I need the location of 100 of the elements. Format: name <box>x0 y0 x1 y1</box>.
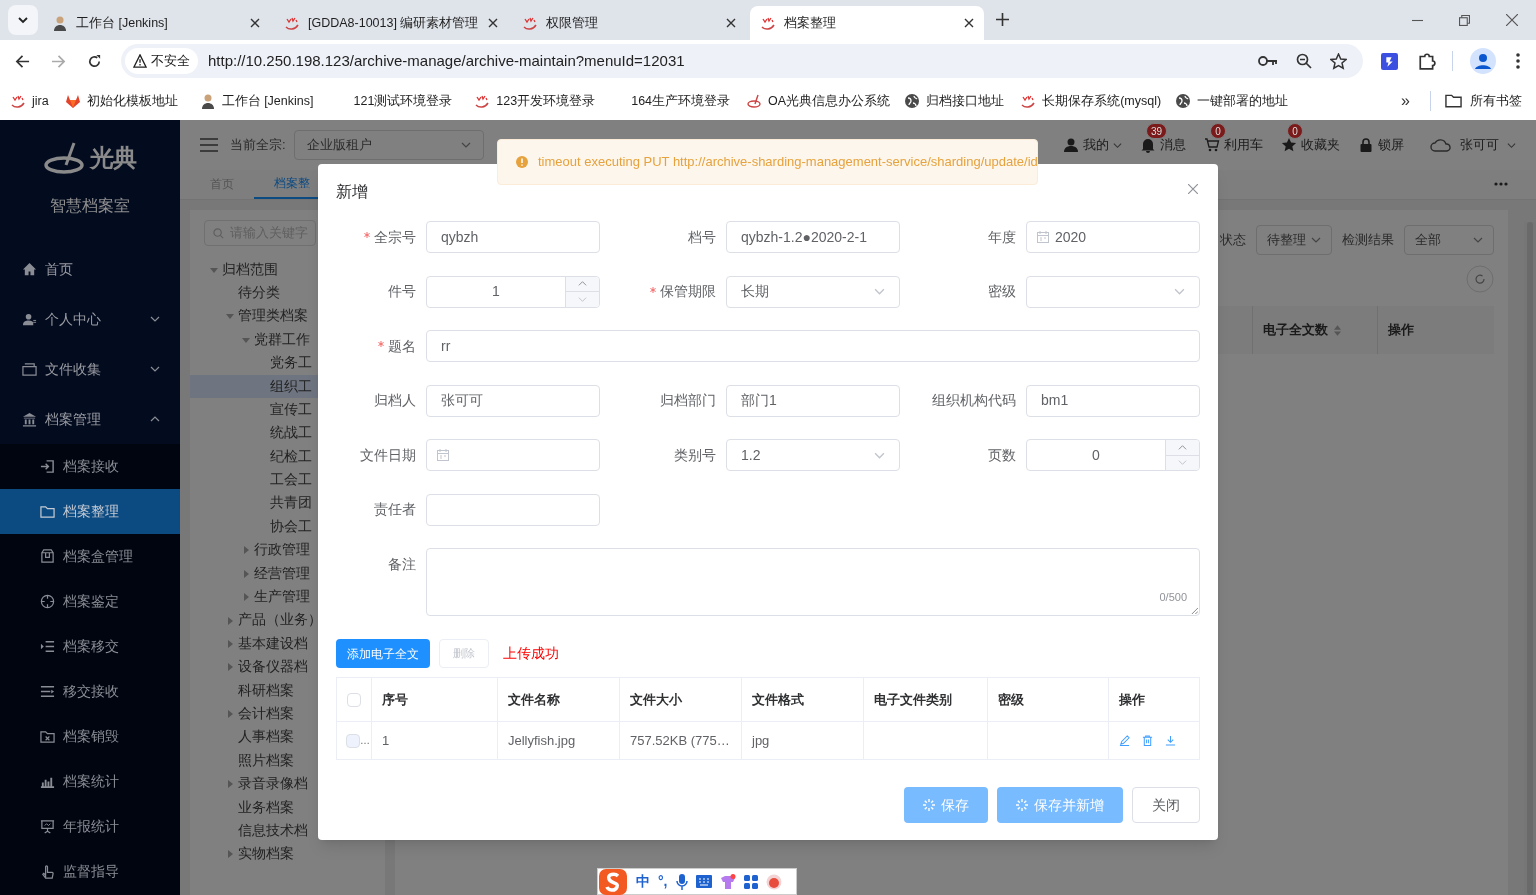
input-field[interactable] <box>426 493 600 526</box>
overflow-button[interactable]: » <box>1401 89 1410 113</box>
caret-right-icon[interactable] <box>226 639 234 648</box>
browser-tab[interactable]: 权限管理 <box>512 6 746 40</box>
bookmark[interactable]: OA光典信息办公系统 <box>746 91 891 111</box>
submenu-item[interactable]: 档案统计 <box>0 759 180 804</box>
keyboard-icon[interactable] <box>695 875 712 888</box>
submenu-item[interactable]: 移交接收 <box>0 669 180 714</box>
close-icon[interactable] <box>1506 14 1518 26</box>
submenu-item[interactable]: 年报统计 <box>0 804 180 849</box>
select-field[interactable] <box>1026 275 1200 308</box>
textarea-field[interactable]: 0/500 <box>426 548 1200 616</box>
grid-icon[interactable] <box>743 874 758 889</box>
select-field[interactable]: 1.2 <box>726 439 900 471</box>
tree-node[interactable]: 归档范围 <box>190 258 385 282</box>
bookmark[interactable]: 164生产环境登录 <box>609 91 731 111</box>
close-icon[interactable] <box>726 18 736 28</box>
profile-icon[interactable] <box>1470 48 1496 74</box>
browser-tab[interactable]: [GDDA8-10013] 编研素材管理 <box>274 6 508 40</box>
header-action[interactable]: 锁屏 <box>1358 135 1404 155</box>
caret-right-icon[interactable] <box>242 593 250 602</box>
more-icon[interactable] <box>1516 53 1520 69</box>
download-icon[interactable] <box>1165 735 1176 746</box>
caret-down-icon[interactable] <box>210 265 218 274</box>
forward-icon[interactable] <box>51 53 66 69</box>
header-action[interactable]: 我的 <box>1063 135 1122 155</box>
tree-node[interactable]: 实物档案 <box>190 842 385 867</box>
security-chip[interactable]: 不安全 <box>125 48 198 74</box>
caret-right-icon[interactable] <box>226 616 234 625</box>
submenu-item[interactable]: 档案销毁 <box>0 714 180 759</box>
input-field[interactable]: qybzh <box>426 221 600 253</box>
reload-icon[interactable] <box>87 53 102 69</box>
caret-right-icon[interactable] <box>226 710 234 719</box>
caret-down-icon[interactable] <box>226 312 234 321</box>
bookmark[interactable]: 123开发环境登录 <box>474 91 596 111</box>
bookmark[interactable]: 初始化模板地址 <box>64 91 178 111</box>
input-field[interactable]: rr <box>426 330 1200 362</box>
user-menu[interactable]: 张可可 <box>1430 135 1516 155</box>
bookmark[interactable]: 121测试环境登录 <box>331 91 453 111</box>
menu-item[interactable]: 首页 <box>0 244 180 294</box>
checkbox[interactable] <box>346 733 360 748</box>
key-icon[interactable] <box>1258 54 1278 68</box>
delete-icon[interactable] <box>1142 735 1153 746</box>
close-icon[interactable] <box>488 18 498 28</box>
caret-right-icon[interactable] <box>226 850 234 859</box>
tree-node[interactable]: 党群工作 <box>190 328 385 352</box>
select-field[interactable]: 长期 <box>726 275 900 308</box>
fonds-select[interactable]: 企业版租户 <box>293 130 484 160</box>
bookmark[interactable]: 工作台 [Jenkins] <box>199 91 314 111</box>
submenu-item[interactable]: 监督指导 <box>0 849 180 894</box>
date-field[interactable] <box>426 439 600 471</box>
add-file-button[interactable]: 添加电子全文 <box>336 639 430 668</box>
bookmark[interactable]: 长期保存系统(mysql) <box>1020 91 1162 111</box>
menu-item[interactable]: 文件收集 <box>0 344 180 394</box>
address-field[interactable]: 不安全 http://10.250.198.123/archive-manage/archive-maintain?menuId=12031 <box>121 44 1363 78</box>
checkbox[interactable] <box>347 692 361 707</box>
bookmark[interactable]: 一键部署的地址 <box>1175 91 1289 111</box>
extension-icon[interactable] <box>1381 52 1398 70</box>
filter-select[interactable]: 全部 <box>1404 225 1494 255</box>
browser-tab[interactable]: 工作台 [Jenkins] <box>42 6 270 40</box>
menu-icon[interactable] <box>200 138 218 152</box>
tree-node[interactable]: 行政管理 <box>190 538 385 563</box>
menu-item[interactable]: 个人中心 <box>0 294 180 344</box>
input-field[interactable]: bm1 <box>1026 384 1200 417</box>
submenu-item[interactable]: 档案整理 <box>0 489 180 534</box>
tree-node[interactable]: 录音录像档 <box>190 772 385 796</box>
date-field[interactable]: 2020 <box>1026 221 1200 253</box>
star-icon[interactable] <box>1330 52 1347 70</box>
refresh-icon[interactable] <box>1466 265 1494 293</box>
edit-icon[interactable] <box>1119 735 1130 746</box>
caret-right-icon[interactable] <box>242 569 250 578</box>
ime-mode[interactable]: °, <box>658 871 668 892</box>
tree-node[interactable]: 生产管理 <box>190 585 385 609</box>
microphone-icon[interactable] <box>675 873 688 890</box>
tree-node[interactable]: 管理类档案 <box>190 304 385 329</box>
caret-right-icon[interactable] <box>226 663 234 672</box>
caret-right-icon[interactable] <box>226 780 234 789</box>
bookmark[interactable]: 归档接口地址 <box>904 91 1005 111</box>
filter-select[interactable]: 待整理 <box>1256 225 1332 255</box>
caret-right-icon[interactable] <box>242 546 250 555</box>
zoom-out-icon[interactable] <box>1296 53 1312 69</box>
tree-node[interactable]: 产品（业务） <box>190 608 385 633</box>
submenu-item[interactable]: 档案移交 <box>0 624 180 669</box>
sort-icon[interactable] <box>1334 324 1341 336</box>
puzzle-icon[interactable] <box>1418 52 1436 70</box>
input-field[interactable]: 部门1 <box>726 384 900 417</box>
submenu-item[interactable]: 档案接收 <box>0 444 180 489</box>
plus-icon[interactable] <box>996 13 1009 26</box>
browser-tab[interactable]: 档案整理 <box>750 6 984 40</box>
bookmark[interactable]: jira <box>10 91 49 111</box>
close-icon[interactable] <box>250 18 260 28</box>
tree-node[interactable]: 经营管理 <box>190 562 385 586</box>
input-field[interactable]: 张可可 <box>426 384 600 417</box>
menu-item[interactable]: 档案管理 <box>0 394 180 444</box>
dialog-button[interactable]: 关闭 <box>1132 787 1200 823</box>
tab-list-button[interactable] <box>8 5 38 35</box>
all-bookmarks[interactable]: 所有书签 <box>1445 91 1522 111</box>
submenu-item[interactable]: 档案盒管理 <box>0 534 180 579</box>
submenu-item[interactable]: 档案鉴定 <box>0 579 180 624</box>
input-field[interactable]: qybzh-1.2●2020-2-1 <box>726 221 900 253</box>
